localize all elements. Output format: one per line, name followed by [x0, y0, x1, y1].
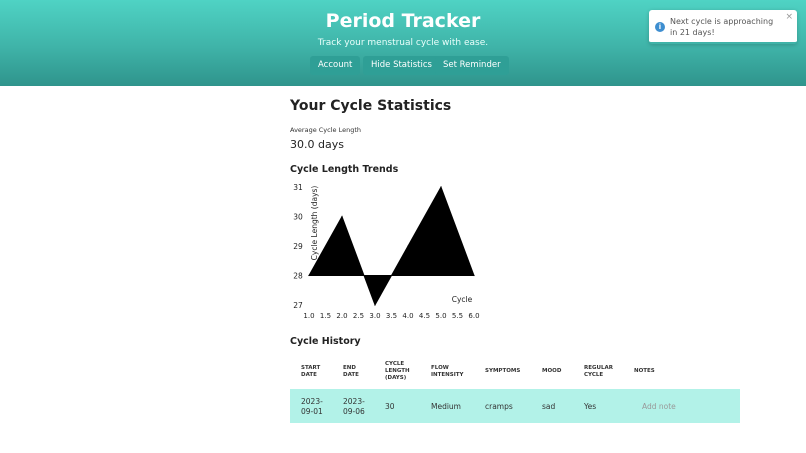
set-reminder-button[interactable]: Set Reminder	[435, 56, 509, 75]
cell-flow-intensity: Medium	[431, 402, 461, 411]
x-tick-label: 4.0	[402, 312, 413, 320]
cycle-length-chart: 27 28 29 30 31 1.0 1.5 2.0 2.5 3.0 3.5 4.0 4.5 5.0 5.5…	[293, 183, 479, 320]
y-tick-label: 31	[293, 183, 303, 192]
x-tick-label: 3.0	[369, 312, 380, 320]
y-tick-label: 30	[293, 213, 303, 222]
reminder-toast: i Next cycle is approaching in 21 days! …	[649, 10, 797, 44]
data-point	[440, 186, 442, 188]
cell-end-date: 2023-09-06	[343, 397, 365, 416]
x-tick-label: 1.0	[303, 312, 314, 320]
y-tick-label: 29	[293, 242, 303, 251]
col-mood: MOOD	[542, 368, 562, 374]
col-symptoms: SYMPTOMS	[485, 368, 521, 374]
cell-start-date: 2023-09-01	[301, 397, 323, 416]
info-icon: i	[655, 22, 665, 32]
cell-cycle-length: 30	[385, 402, 395, 411]
chart-title: Cycle Length Trends	[290, 164, 399, 175]
cell-symptoms: cramps	[485, 402, 513, 411]
data-point	[407, 245, 409, 247]
col-notes: NOTES	[634, 368, 655, 374]
data-point	[341, 215, 343, 218]
series-area	[308, 185, 475, 307]
col-regular-cycle: REGULAR CYCLE	[584, 365, 613, 378]
data-point	[308, 274, 310, 277]
x-tick-label: 3.5	[386, 312, 397, 320]
col-cycle-length: CYCLE LENGTH (DAYS)	[385, 361, 410, 381]
hide-statistics-button[interactable]: Hide Statistics	[363, 56, 440, 75]
add-note-input[interactable]: Add note	[642, 402, 676, 412]
y-tick-label: 28	[293, 272, 303, 281]
statistics-title: Your Cycle Statistics	[290, 98, 452, 114]
close-icon[interactable]: ×	[785, 12, 793, 22]
account-button[interactable]: Account	[310, 56, 361, 75]
x-tick-label: 6.0	[468, 312, 479, 320]
col-start-date: START DATE	[301, 365, 321, 378]
x-tick-label: 5.0	[435, 312, 446, 320]
x-tick-label: 2.0	[336, 312, 347, 320]
data-point	[473, 274, 475, 277]
y-tick-label: 27	[293, 301, 303, 310]
avg-cycle-value: 30.0 days	[290, 138, 344, 151]
x-axis-label: Cycle	[452, 295, 473, 304]
toast-message: Next cycle is approaching in 21 days!	[670, 17, 774, 37]
x-tick-label: 1.5	[320, 312, 331, 320]
x-tick-label: 2.5	[353, 312, 364, 320]
cell-regular-cycle: Yes	[584, 402, 597, 411]
y-axis-label: Cycle Length (days)	[310, 186, 319, 261]
cell-mood: sad	[542, 402, 556, 411]
history-title: Cycle History	[290, 336, 361, 347]
avg-cycle-label: Average Cycle Length	[290, 126, 362, 134]
col-flow-intensity: FLOW INTENSITY	[431, 365, 464, 378]
col-end-date: END DATE	[343, 365, 359, 378]
x-tick-label: 5.5	[452, 312, 463, 320]
data-point	[374, 304, 376, 306]
x-tick-label: 4.5	[419, 312, 430, 320]
